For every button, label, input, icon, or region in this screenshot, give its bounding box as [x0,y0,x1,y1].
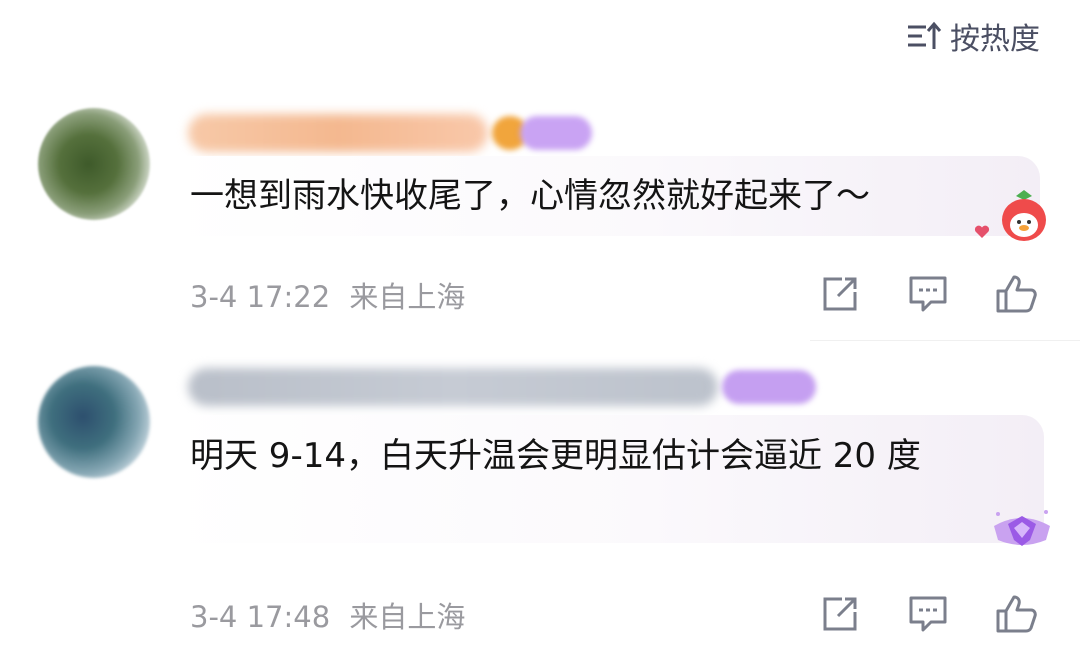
like-button[interactable] [992,272,1040,316]
comment-item: 一想到雨水快收尾了，心情忽然就好起来了～ 3-4 17:22 来自上海 [0,100,1080,330]
comment-time: 3-4 17:22 [190,280,331,314]
gem-decoration-icon [990,506,1054,566]
reply-button[interactable] [904,592,952,636]
badge-icon [520,116,592,150]
badge-icon [722,370,816,404]
username-blurred[interactable] [188,368,718,406]
thumbs-up-icon [996,595,1037,633]
comment-meta: 3-4 17:22 来自上海 [190,274,465,316]
sort-icon [906,19,942,53]
heart-icon [974,224,990,243]
comment-actions [816,272,1040,316]
sort-toggle[interactable]: 按热度 [906,14,1040,58]
thumbs-up-icon [996,275,1037,313]
share-icon [823,597,857,631]
avatar[interactable] [38,108,150,220]
sort-label: 按热度 [950,22,1040,57]
comment-text: 明天 9-14，白天升温会更明显估计会逼近 20 度 [190,436,921,476]
share-icon [823,277,857,311]
comment-meta: 3-4 17:48 来自上海 [190,594,465,636]
share-button[interactable] [816,272,864,316]
comment-actions [816,592,1040,636]
divider [810,340,1080,341]
username-blurred[interactable] [188,114,488,152]
comment-icon [909,596,947,632]
comment-time: 3-4 17:48 [190,600,331,634]
comment-location: 来自上海 [349,600,466,634]
comment-item: 明天 9-14，白天升温会更明显估计会逼近 20 度 3-4 17:48 来自上… [0,360,1080,650]
avatar[interactable] [38,366,150,478]
comment-text: 一想到雨水快收尾了，心情忽然就好起来了～ [190,176,870,216]
share-button[interactable] [816,592,864,636]
comment-location: 来自上海 [349,280,466,314]
like-button[interactable] [992,592,1040,636]
comment-icon [909,276,947,312]
strawberry-decoration-icon [994,186,1054,250]
reply-button[interactable] [904,272,952,316]
